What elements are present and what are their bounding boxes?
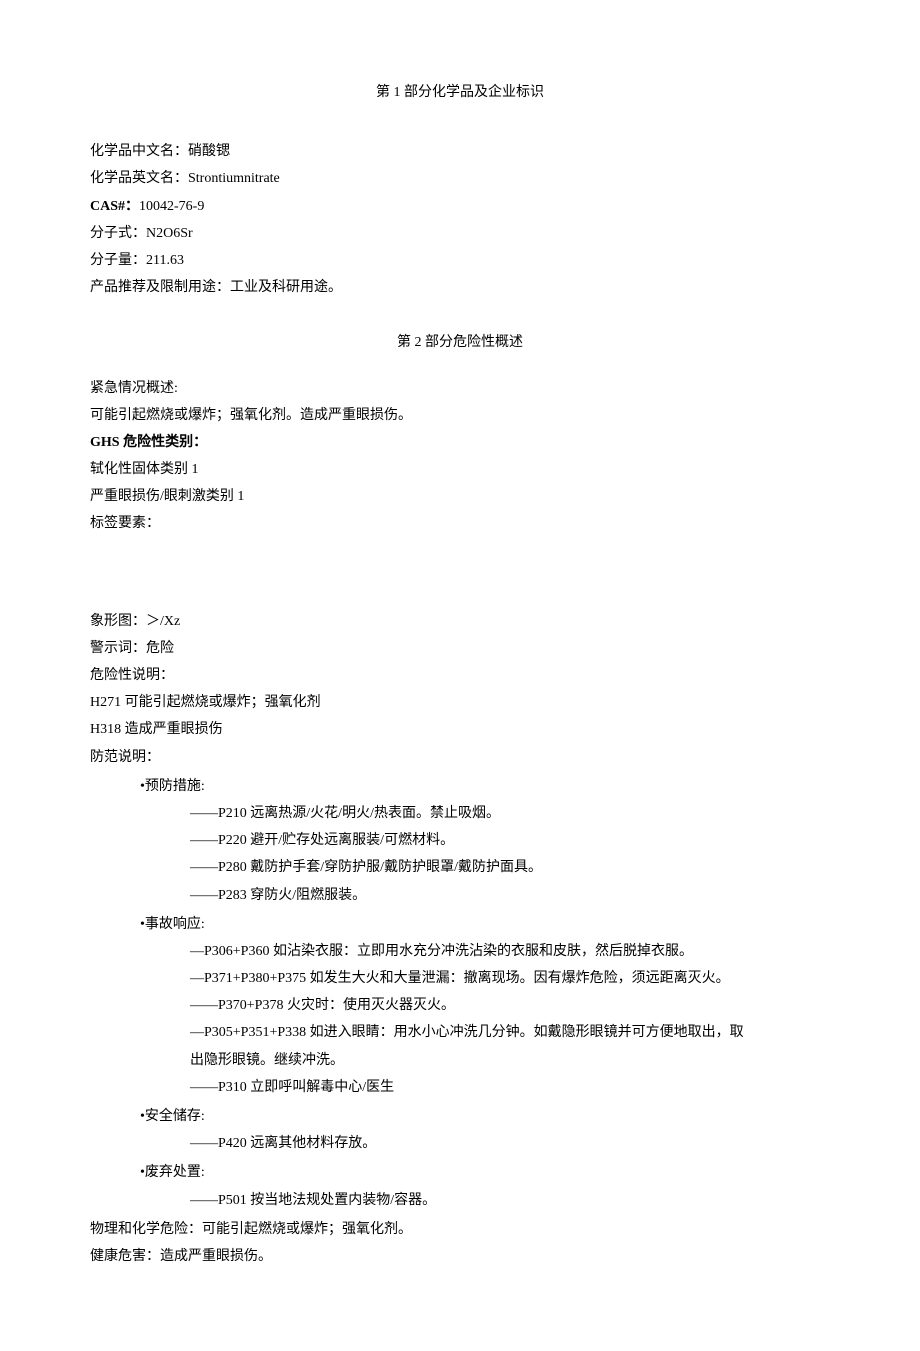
p306-p360: —P306+P360 如沾染衣服：立即用水充分冲洗沾染的衣服和皮肤，然后脱掉衣服… xyxy=(90,939,830,964)
name-en-value: Strontiumnitrate xyxy=(188,171,280,186)
weight-value: 211.63 xyxy=(146,253,184,268)
p305-p351-p338-line2: 出隐形眼镜。继续冲洗。 xyxy=(90,1048,830,1073)
name-en-label: 化学品英文名： xyxy=(90,171,188,186)
cas-label: CAS#： xyxy=(90,199,139,214)
p370-p378: ——P370+P378 火灾时：使用灭火器灭火。 xyxy=(90,993,830,1018)
response-header: •事故响应: xyxy=(90,912,830,937)
weight-line: 分子量：211.63 xyxy=(90,248,830,273)
emergency-label: 紧急情况概述: xyxy=(90,376,830,401)
p220: ——P220 避开/贮存处远离服装/可燃材料。 xyxy=(90,828,830,853)
health-value: 造成严重眼损伤。 xyxy=(160,1249,272,1264)
disposal-header: •废弃处置: xyxy=(90,1160,830,1185)
phys-chem-line: 物理和化学危险：可能引起燃烧或爆炸；强氧化剂。 xyxy=(90,1217,830,1242)
cas-line: CAS#：10042-76-9 xyxy=(90,194,830,219)
usage-value: 工业及科研用途。 xyxy=(230,280,342,295)
health-line: 健康危害：造成严重眼损伤。 xyxy=(90,1244,830,1269)
label-elements: 标签要素： xyxy=(90,511,830,536)
p501: ——P501 按当地法规处置内装物/容器。 xyxy=(90,1188,830,1213)
name-en-line: 化学品英文名：Strontiumnitrate xyxy=(90,166,830,191)
p420: ——P420 远离其他材料存放。 xyxy=(90,1131,830,1156)
prevention-header: •预防措施: xyxy=(90,774,830,799)
p371-p380-p375: —P371+P380+P375 如发生大火和大量泄漏：撤离现场。因有爆炸危险，须… xyxy=(90,966,830,991)
cas-value: 10042-76-9 xyxy=(139,199,204,214)
ghs-class-2: 严重眼损伤/眼刺激类别 1 xyxy=(90,484,830,509)
name-cn-label: 化学品中文名： xyxy=(90,144,188,159)
pictogram-label: 象形图： xyxy=(90,614,146,629)
phys-chem-label: 物理和化学危险： xyxy=(90,1222,202,1237)
formula-value: N2O6Sr xyxy=(146,226,193,241)
signal-line: 警示词：危险 xyxy=(90,636,830,661)
p280: ——P280 戴防护手套/穿防护服/戴防护眼罩/戴防护面具。 xyxy=(90,855,830,880)
p210: ——P210 远离热源/火花/明火/热表面。禁止吸烟。 xyxy=(90,801,830,826)
ghs-class-1: 轼化性固体类别 1 xyxy=(90,457,830,482)
section-1-title: 第 1 部分化学品及企业标识 xyxy=(90,80,830,105)
hazard-label: 危险性说明： xyxy=(90,663,830,688)
phys-chem-value: 可能引起燃烧或爆炸；强氧化剂。 xyxy=(202,1222,412,1237)
signal-value: 危险 xyxy=(146,641,174,656)
storage-header: •安全储存: xyxy=(90,1104,830,1129)
p305-p351-p338-line1: —P305+P351+P338 如进入眼睛：用水小心冲洗几分钟。如戴隐形眼镜并可… xyxy=(90,1020,830,1045)
usage-label: 产品推荐及限制用途： xyxy=(90,280,230,295)
name-cn-line: 化学品中文名：硝酸锶 xyxy=(90,139,830,164)
usage-line: 产品推荐及限制用途：工业及科研用途。 xyxy=(90,275,830,300)
pictogram-line: 象形图：＞/Xz xyxy=(90,609,830,634)
h318: H318 造成严重眼损伤 xyxy=(90,717,830,742)
section-2-title: 第 2 部分危险性概述 xyxy=(90,330,830,355)
precaution-label: 防范说明： xyxy=(90,745,830,770)
p310: ——P310 立即呼叫解毒中心/医生 xyxy=(90,1075,830,1100)
weight-label: 分子量： xyxy=(90,253,146,268)
ghs-label: GHS 危险性类别： xyxy=(90,430,830,455)
name-cn-value: 硝酸锶 xyxy=(188,144,230,159)
formula-label: 分子式： xyxy=(90,226,146,241)
h271: H271 可能引起燃烧或爆炸；强氧化剂 xyxy=(90,690,830,715)
formula-line: 分子式：N2O6Sr xyxy=(90,221,830,246)
signal-label: 警示词： xyxy=(90,641,146,656)
pictogram-value: ＞/Xz xyxy=(146,614,180,629)
p283: ——P283 穿防火/阻燃服装。 xyxy=(90,883,830,908)
health-label: 健康危害： xyxy=(90,1249,160,1264)
emergency-text: 可能引起燃烧或爆炸；强氧化剂。造成严重眼损伤。 xyxy=(90,403,830,428)
